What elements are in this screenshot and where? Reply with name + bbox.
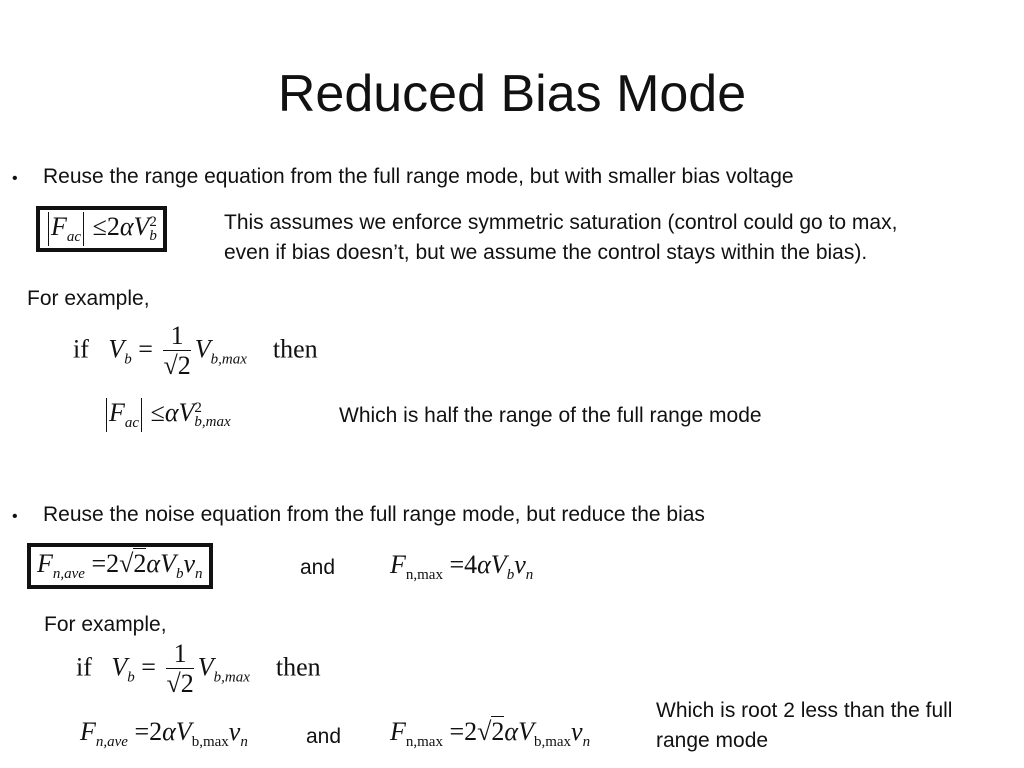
bullet-dot-icon: • — [12, 508, 18, 525]
condition-equation-1: if Vb = 1 √2 Vb,max then — [73, 321, 318, 380]
root-two-note: Which is root 2 less than the full range… — [656, 699, 953, 752]
bullet-dot-icon: • — [12, 170, 18, 187]
bullet-1-text: Reuse the range equation from the full r… — [43, 165, 794, 188]
bullet-1: • Reuse the range equation from the full… — [12, 165, 794, 189]
boxed-noise-equation: Fn,ave =2√2αVbvn — [27, 543, 213, 589]
condition-equation-2: if Vb = 1 √2 Vb,max then — [76, 639, 321, 698]
result-max-noise-equation: Fn,max =2√2αVb,maxvn — [390, 716, 591, 750]
slide-title: Reduced Bias Mode — [277, 65, 747, 123]
and-label-2: and — [306, 725, 342, 748]
example-label-1: For example, — [27, 287, 150, 310]
result-range-equation: Fac ≤αV 2 b,max — [104, 398, 231, 433]
and-label-1: and — [300, 556, 336, 579]
bullet-2: • Reuse the noise equation from the full… — [12, 503, 705, 527]
half-range-note: Which is half the range of the full rang… — [339, 404, 762, 427]
result-ave-noise-equation: Fn,ave =2αVb,maxvn — [80, 717, 248, 750]
max-noise-equation: Fn,max =4αVbvn — [390, 550, 534, 583]
bullet-2-text: Reuse the noise equation from the full r… — [43, 503, 705, 526]
example-label-2: For example, — [44, 613, 167, 636]
boxed-range-equation: Fac ≤2αV 2 b — [36, 206, 167, 253]
assumption-note: This assumes we enforce symmetric satura… — [224, 211, 898, 264]
